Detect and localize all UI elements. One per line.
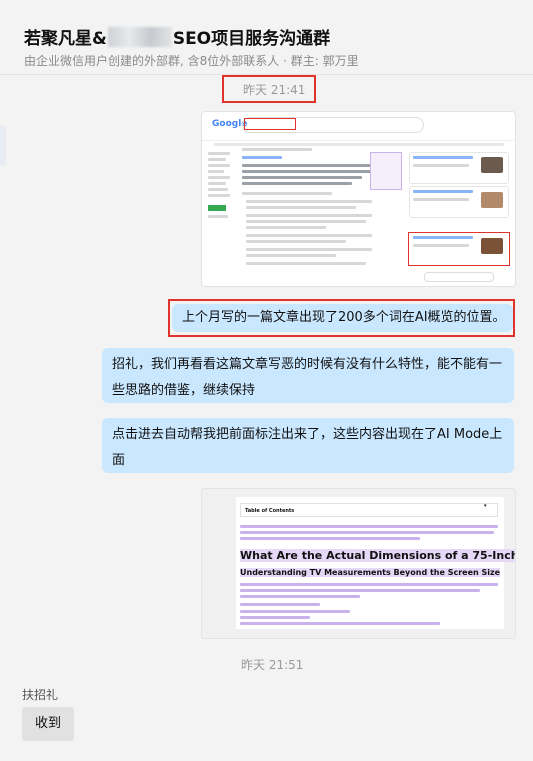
- overview-bullet-line: [246, 226, 326, 229]
- google-tabs-row: [214, 143, 504, 146]
- table-of-contents: Table of Contents: [240, 503, 498, 517]
- overview-bullet-line: [246, 240, 346, 243]
- overview-text-line: [242, 170, 372, 173]
- overview-bullet-line: [246, 254, 336, 257]
- article-text-line: [240, 531, 494, 534]
- sidebar-line: [208, 164, 230, 167]
- article-list-line: [240, 616, 310, 619]
- article-heading: What Are the Actual Dimensions of a 75-I…: [240, 549, 515, 562]
- timestamp-highlight-box: [222, 75, 316, 103]
- sidebar-line: [208, 158, 226, 161]
- article-text-line: [240, 537, 420, 540]
- overview-bullet-line: [246, 206, 356, 209]
- article-text-line: [240, 589, 480, 592]
- sender-name[interactable]: 扶招礼: [22, 686, 58, 703]
- toc-caret-icon: ▾: [484, 503, 487, 509]
- overview-diagram-thumbnail: [370, 152, 402, 190]
- source-card-line: [413, 244, 469, 247]
- timestamp: 昨天 21:51: [241, 658, 304, 672]
- overview-bullet-line: [246, 220, 366, 223]
- sidebar-line: [208, 188, 228, 191]
- show-all-button: [424, 272, 494, 282]
- article-text-line: [240, 525, 498, 528]
- sidebar-line: [208, 152, 230, 155]
- source-card-title: [413, 156, 473, 159]
- source-card-thumbnail: [481, 192, 503, 208]
- overview-text-line: [242, 176, 362, 179]
- article-list-line: [240, 622, 440, 625]
- image-message-article-screenshot[interactable]: Table of Contents ▾ What Are the Actual …: [201, 488, 516, 639]
- overview-text-line: [242, 182, 352, 185]
- source-card-thumbnail: [481, 157, 503, 173]
- google-toolbar: Google: [202, 112, 515, 141]
- source-card-thumbnail: [481, 238, 503, 254]
- message-text: 收到: [34, 716, 61, 731]
- search-query-highlight: [244, 118, 296, 130]
- chat-header: 若聚凡星& SEO项目服务沟通群 由企业微信用户创建的外部群, 含8位外部联系人 …: [0, 0, 533, 75]
- group-title-prefix: 若聚凡星&: [24, 29, 107, 49]
- article-list-line: [240, 610, 350, 613]
- sidebar-line: [208, 215, 228, 218]
- source-card-line: [413, 198, 469, 201]
- ai-overview-label: [242, 156, 282, 159]
- message-bubble-reply[interactable]: 收到: [22, 707, 74, 741]
- message-text: 点击进去自动帮我把前面标注出来了，这些内容出现在了AI Mode上面: [112, 427, 503, 468]
- message-bubble[interactable]: 点击进去自动帮我把前面标注出来了，这些内容出现在了AI Mode上面: [102, 418, 514, 473]
- message-highlight-box: [168, 299, 515, 337]
- overview-text-line: [242, 192, 332, 195]
- message-text: 招礼，我们再看看这篇文章写恶的时候有没有什么特性，能不能有一些思路的借鉴，继续保…: [112, 357, 503, 398]
- group-subtitle: 由企业微信用户创建的外部群, 含8位外部联系人 · 群主: 郭万里: [24, 54, 359, 68]
- article-text-line: [240, 583, 498, 586]
- sidebar-line: [208, 170, 224, 173]
- overview-bullet-line: [246, 214, 372, 217]
- image-message-google-screenshot[interactable]: Google: [201, 111, 516, 287]
- source-card-title: [413, 236, 473, 239]
- group-title[interactable]: 若聚凡星& SEO项目服务沟通群: [24, 24, 330, 49]
- overview-bullet-line: [246, 200, 372, 203]
- group-title-suffix: SEO项目服务沟通群: [172, 29, 331, 49]
- source-card-title: [413, 190, 473, 193]
- source-card-line: [413, 164, 469, 167]
- article-text-line: [240, 603, 320, 606]
- sidebar-button: [208, 205, 226, 211]
- article-page: Table of Contents ▾ What Are the Actual …: [236, 497, 515, 629]
- overview-bullet-line: [246, 234, 372, 237]
- article-subheading: Understanding TV Measurements Beyond the…: [240, 568, 501, 577]
- message-bubble[interactable]: 招礼，我们再看看这篇文章写恶的时候有没有什么特性，能不能有一些思路的借鉴，继续保…: [102, 348, 514, 403]
- toc-label: Table of Contents: [245, 508, 295, 514]
- article-text-line: [240, 595, 360, 598]
- left-edge-indicator: [0, 126, 6, 166]
- sidebar-line: [208, 194, 230, 197]
- overview-text-line: [242, 164, 372, 167]
- sidebar-line: [208, 176, 230, 179]
- redacted-name: [107, 27, 172, 47]
- sidebar-line: [208, 182, 226, 185]
- overview-bullet-line: [246, 262, 366, 265]
- result-line: [242, 148, 312, 151]
- overview-bullet-line: [246, 248, 372, 251]
